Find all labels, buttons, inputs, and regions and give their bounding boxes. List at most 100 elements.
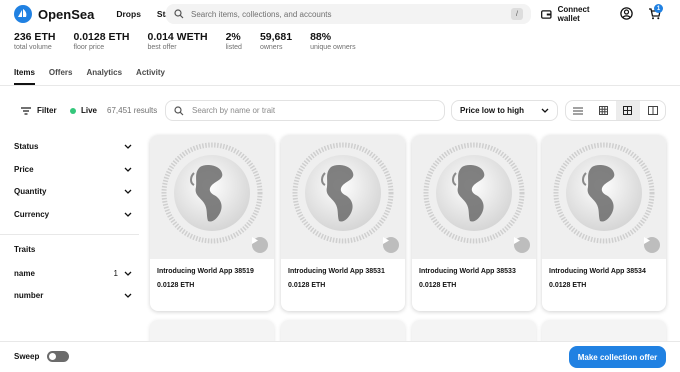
sweep-control: Sweep [14,351,70,362]
filter-label: Quantity [14,187,47,196]
nav-drops[interactable]: Drops [116,9,141,19]
stat-label: listed [225,44,242,51]
sidebar-divider [0,234,139,235]
detail-view-button[interactable] [640,101,665,120]
item-price: 0.0128 ETH [419,282,457,289]
search-icon [174,105,184,115]
filter-currency[interactable]: Currency [14,210,132,219]
live-dot-icon [70,107,76,114]
item-price: 0.0128 ETH [288,282,326,289]
item-card[interactable]: Introducing World App 38531 0.0128 ETH [281,135,405,311]
tab-activity[interactable]: Activity [136,68,165,85]
filter-button[interactable]: Filter [13,100,63,121]
chevron-down-icon [124,167,132,172]
filter-label: Filter [37,106,57,115]
play-button[interactable] [383,237,399,253]
item-image [412,135,536,259]
trait-search-placeholder: Search by name or trait [192,106,276,115]
opensea-logo-icon [14,5,32,23]
stat-value: 0.0128 ETH [73,31,130,43]
detail-view-icon [647,106,658,115]
filter-quantity[interactable]: Quantity [14,187,132,196]
tab-items[interactable]: Items [14,68,35,85]
wallet-icon [541,9,552,19]
play-button[interactable] [514,237,530,253]
chevron-down-icon [541,108,549,113]
stat-label: unique owners [310,44,356,51]
stat-unique-owners: 88% unique owners [310,31,356,51]
item-name: Introducing World App 38533 [419,268,516,275]
large-grid-icon [623,106,633,115]
play-icon [644,237,650,244]
sweep-toggle[interactable] [47,351,70,362]
live-label: Live [81,106,98,115]
sort-dropdown[interactable]: Price low to high [451,100,558,121]
stat-listed: 2% listed [226,31,242,51]
filter-icon [21,106,31,115]
tab-analytics[interactable]: Analytics [86,68,122,85]
stat-label: best offer [147,44,177,51]
search-placeholder: Search items, collections, and accounts [191,9,332,19]
item-card[interactable]: Introducing World App 38519 0.0128 ETH [150,135,274,311]
results-count: 67,451 results [107,106,158,115]
chevron-down-icon [124,144,132,149]
list-view-button[interactable] [566,101,591,120]
play-icon [383,237,389,244]
stat-label: floor price [73,44,105,51]
connect-wallet-label: Connect wallet [557,5,590,23]
trait-count: 1 [113,269,118,278]
play-icon [514,237,520,244]
filter-status[interactable]: Status [14,142,132,151]
small-grid-view-button[interactable] [591,101,616,120]
account-icon[interactable] [620,7,633,20]
stat-value: 236 ETH [14,31,56,43]
chevron-down-icon [124,271,132,276]
collection-stats: 236 ETH total volume 0.0128 ETH floor pric… [14,31,356,51]
item-image [150,135,274,259]
global-search[interactable]: Search items, collections, and accounts … [166,4,531,24]
traits-heading: Traits [14,245,132,254]
opensea-logo[interactable]: OpenSea [14,5,94,23]
search-icon [174,9,184,19]
chevron-down-icon [124,189,132,194]
sweep-label: Sweep [14,352,40,361]
chevron-down-icon [124,293,132,298]
stat-value: 2% [225,31,241,43]
stat-best-offer: 0.014 WETH best offer [147,31,207,51]
stat-value: 0.014 WETH [147,31,208,43]
item-image [542,135,666,259]
list-view-icon [573,107,584,114]
connect-wallet-button[interactable]: Connect wallet [536,4,612,24]
tab-offers[interactable]: Offers [49,68,73,85]
trait-number[interactable]: number [14,291,132,300]
item-price: 0.0128 ETH [549,282,587,289]
stat-floor-price: 0.0128 ETH floor price [73,31,129,51]
collection-tabs: Items Offers Analytics Activity [14,68,165,85]
small-grid-icon [598,106,608,115]
cart-count-badge: 1 [654,4,663,13]
make-collection-offer-button[interactable]: Make collection offer [569,346,666,368]
play-button[interactable] [252,237,268,253]
search-shortcut-badge: / [511,8,523,20]
stat-label: total volume [14,44,52,51]
play-button[interactable] [644,237,660,253]
filter-label: Status [14,142,39,151]
trait-label: name [14,269,35,278]
trait-search-input[interactable]: Search by name or trait [165,100,445,121]
large-grid-view-button[interactable] [615,101,641,120]
stat-value: 88% [310,31,332,43]
item-card[interactable]: Introducing World App 38534 0.0128 ETH [542,135,666,311]
stat-owners: 59,681 owners [260,31,292,51]
stat-value: 59,681 [259,31,293,43]
filter-price[interactable]: Price [14,165,132,174]
filter-label: Price [14,165,34,174]
trait-name[interactable]: name 1 [14,269,132,278]
filter-label: Currency [14,210,50,219]
logo-text: OpenSea [38,6,95,22]
traits-heading-label: Traits [14,245,36,254]
stat-label: owners [259,44,283,51]
tabs-divider [0,85,680,86]
item-card[interactable]: Introducing World App 38533 0.0128 ETH [412,135,536,311]
sort-selected-value: Price low to high [460,106,525,115]
trait-label: number [14,291,44,300]
